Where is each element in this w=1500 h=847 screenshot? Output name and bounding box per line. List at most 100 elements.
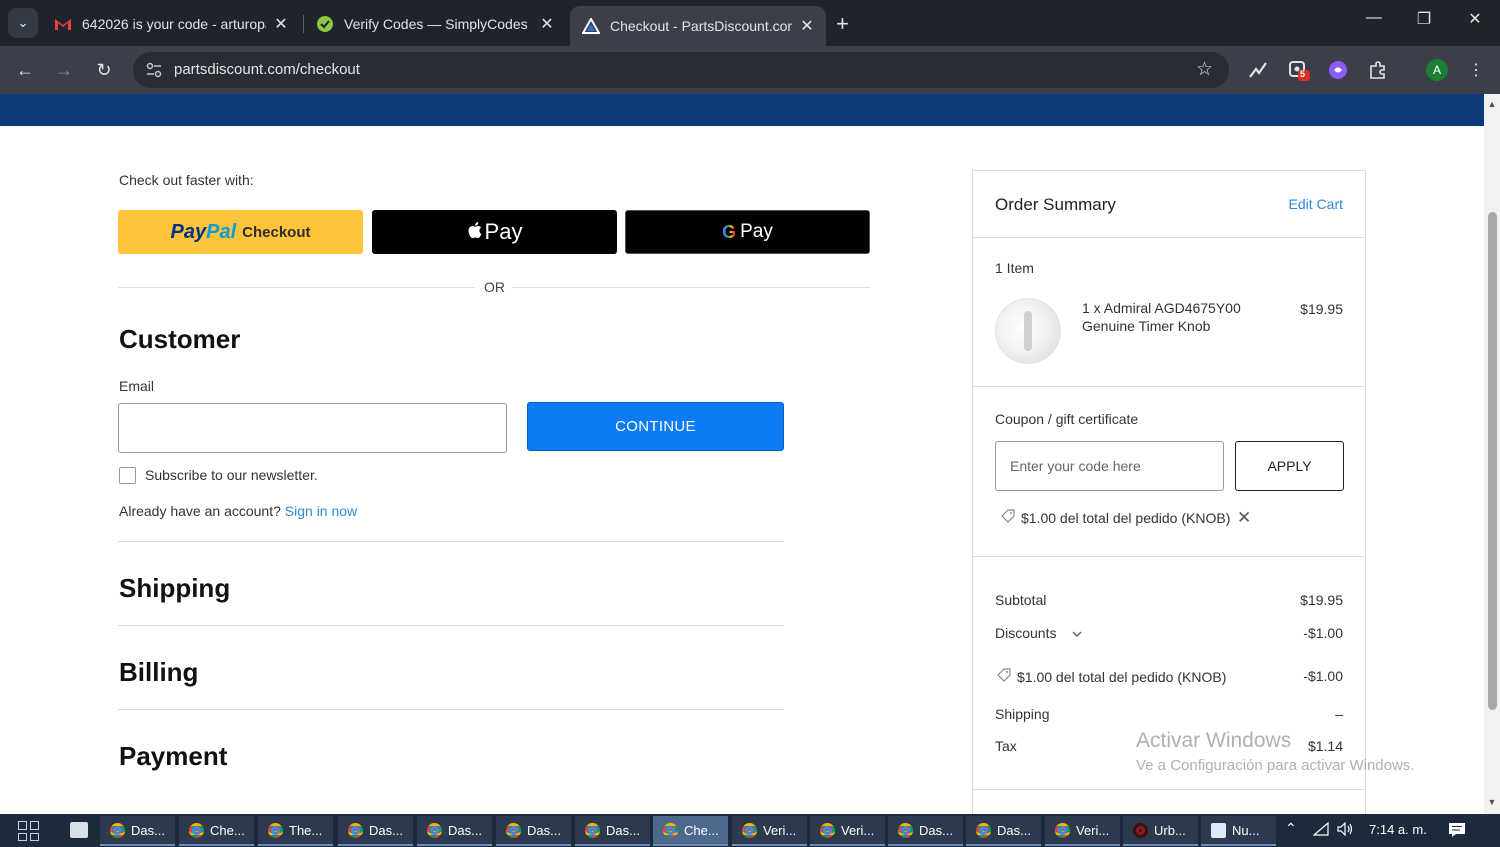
- taskbar-item[interactable]: Veri...: [732, 816, 807, 846]
- discount-line-label: $1.00 del total del pedido (KNOB): [1017, 669, 1227, 685]
- windows-activation-watermark: Activar Windows: [1136, 729, 1292, 752]
- continue-button[interactable]: CONTINUE: [527, 402, 784, 451]
- discounts-toggle[interactable]: Discounts: [995, 625, 1082, 641]
- chrome-icon: [820, 822, 835, 838]
- chevron-down-icon: ⌄: [17, 15, 29, 30]
- taskbar-item[interactable]: Das...: [888, 816, 963, 846]
- scroll-up-icon[interactable]: ▲: [1486, 99, 1498, 111]
- taskbar-item[interactable]: Das...: [496, 816, 571, 846]
- remove-coupon-icon[interactable]: ✕: [1237, 508, 1251, 528]
- paypal-checkout-button[interactable]: Pay Pal Checkout: [118, 210, 363, 254]
- taskbar-item[interactable]: Veri...: [810, 816, 885, 846]
- restore-icon[interactable]: ❐: [1409, 9, 1439, 29]
- account-prompt: Already have an account? Sign in now: [119, 503, 357, 519]
- new-tab-button[interactable]: +: [836, 11, 849, 37]
- partsdiscount-icon: [582, 17, 600, 35]
- newsletter-checkbox[interactable]: [119, 467, 136, 484]
- forward-arrow-icon[interactable]: →: [52, 58, 76, 82]
- subtotal-value: $19.95: [1300, 592, 1343, 608]
- site-settings-icon[interactable]: [145, 61, 163, 79]
- chrome-icon: [663, 822, 678, 838]
- network-icon[interactable]: [1312, 821, 1329, 839]
- apple-logo-icon: [467, 219, 482, 245]
- window-close-icon[interactable]: ✕: [1460, 9, 1490, 29]
- minimize-icon[interactable]: —: [1359, 9, 1389, 27]
- close-icon[interactable]: ✕: [538, 14, 556, 34]
- applied-coupon: $1.00 del total del pedido (KNOB): [1001, 509, 1230, 526]
- paypal-logo-pal: Pal: [206, 220, 237, 243]
- close-icon[interactable]: ✕: [272, 14, 290, 34]
- taskbar-item[interactable]: Das...: [966, 816, 1041, 846]
- section-divider: [118, 541, 784, 542]
- taskbar-item[interactable]: Das...: [417, 816, 492, 846]
- taskbar-item-label: Das...: [997, 822, 1031, 838]
- browser-toolbar: ← → ↻ partsdiscount.com/checkout ☆ 5 A ⋮: [0, 46, 1500, 94]
- notifications-icon[interactable]: [1448, 822, 1466, 841]
- taskbar-item[interactable]: Che...: [179, 816, 254, 846]
- back-arrow-icon[interactable]: ←: [13, 58, 37, 82]
- taskbar-item-label: Das...: [919, 822, 953, 838]
- more-menu-icon[interactable]: ⋮: [1464, 58, 1488, 82]
- profile-avatar[interactable]: A: [1426, 59, 1448, 81]
- taskbar-item[interactable]: Urb...: [1123, 816, 1198, 846]
- google-g-icon: G: [722, 221, 737, 242]
- chrome-icon: [585, 822, 600, 838]
- apple-pay-text: Pay: [484, 219, 523, 244]
- apply-coupon-button[interactable]: APPLY: [1235, 441, 1344, 491]
- windows-activation-hint: Ve a Configuración para activar Windows.: [1136, 757, 1415, 774]
- paypal-logo-pay: Pay: [170, 220, 207, 243]
- customer-section-title: Customer: [119, 324, 241, 354]
- tab-checkout[interactable]: Checkout - PartsDiscount.com ✕: [570, 6, 826, 46]
- chrome-icon: [742, 822, 757, 838]
- bookmark-star-icon[interactable]: ☆: [1196, 58, 1213, 81]
- extension-badge-icon[interactable]: 5: [1287, 58, 1311, 82]
- close-icon[interactable]: ✕: [798, 16, 816, 36]
- item-count: 1 Item: [995, 260, 1034, 276]
- email-field[interactable]: [118, 403, 507, 453]
- volume-icon[interactable]: [1337, 821, 1355, 839]
- extension-pen-icon[interactable]: [1246, 58, 1270, 82]
- coupon-input[interactable]: [995, 441, 1224, 491]
- taskbar-item[interactable]: Nu...: [1201, 816, 1276, 846]
- taskbar-item[interactable]: Veri...: [1045, 816, 1120, 846]
- payment-section-title: Payment: [119, 741, 228, 771]
- shipping-label: Shipping: [995, 706, 1050, 722]
- tab-simplycodes[interactable]: Verify Codes — SimplyCodes ✕: [304, 6, 566, 42]
- address-bar[interactable]: partsdiscount.com/checkout ☆: [133, 52, 1229, 88]
- taskbar-item[interactable]: The...: [258, 816, 333, 846]
- taskbar-item[interactable]: Das...: [575, 816, 650, 846]
- or-divider-left: [118, 287, 475, 288]
- site-header-bar: [0, 94, 1484, 126]
- extension-purple-icon[interactable]: [1326, 58, 1350, 82]
- scrollbar-thumb[interactable]: [1488, 212, 1497, 710]
- taskbar-item-active[interactable]: Che...: [653, 816, 728, 846]
- scroll-down-icon[interactable]: ▼: [1486, 797, 1498, 809]
- file-explorer-icon[interactable]: [70, 822, 88, 838]
- tab-title: Checkout - PartsDiscount.com: [610, 18, 792, 34]
- tab-search-button[interactable]: ⌄: [8, 8, 38, 38]
- puzzle-piece-icon[interactable]: [1366, 58, 1390, 82]
- coupon-link[interactable]: Coupon / gift certificate: [995, 411, 1138, 427]
- taskbar-item-label: Das...: [527, 822, 561, 838]
- item-name-line1: 1 x Admiral AGD4675Y00: [1082, 300, 1241, 316]
- system-clock[interactable]: 7:14 a. m.: [1369, 822, 1427, 837]
- subtotal-label: Subtotal: [995, 592, 1047, 608]
- google-pay-button[interactable]: G Pay: [625, 210, 870, 254]
- tray-chevron-up-icon[interactable]: ⌃: [1285, 820, 1297, 837]
- order-summary-title: Order Summary: [995, 195, 1116, 214]
- apple-pay-button[interactable]: Pay: [372, 210, 617, 254]
- start-button-icon[interactable]: [18, 821, 40, 841]
- discounts-label: Discounts: [995, 625, 1057, 641]
- edit-cart-link[interactable]: Edit Cart: [1289, 196, 1343, 212]
- taskbar-item[interactable]: Das...: [338, 816, 413, 846]
- tab-gmail[interactable]: 642026 is your code - arturopar ✕: [42, 6, 300, 42]
- express-checkout-label: Check out faster with:: [119, 172, 254, 188]
- summary-divider: [973, 386, 1365, 387]
- sign-in-link[interactable]: Sign in now: [285, 503, 357, 519]
- summary-divider: [973, 237, 1365, 238]
- applied-coupon-text: $1.00 del total del pedido (KNOB): [1021, 510, 1231, 526]
- reload-icon[interactable]: ↻: [92, 58, 116, 82]
- product-thumbnail: [995, 298, 1061, 364]
- account-prompt-text: Already have an account?: [119, 503, 281, 519]
- taskbar-item[interactable]: Das...: [100, 816, 175, 846]
